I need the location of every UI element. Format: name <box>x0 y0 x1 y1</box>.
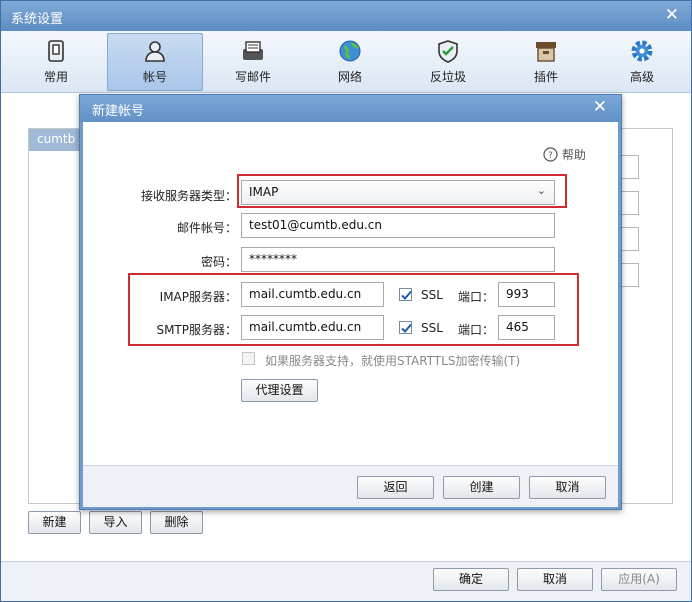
smtp-port-label: 端口： <box>458 323 495 337</box>
imap-server-input[interactable]: mail.cumtb.edu.cn <box>241 282 384 307</box>
proxy-settings-button[interactable]: 代理设置 <box>241 379 318 402</box>
password-label: 密码： <box>200 255 237 269</box>
dialog-title: 新建帐号 <box>92 104 145 119</box>
new-account-dialog: 新建帐号 ✕ ? 帮助 接收服务器类型： IMAP ⌄ 邮件帐号： test01… <box>79 94 622 510</box>
starttls-checkbox[interactable] <box>242 352 255 365</box>
background-field <box>621 155 639 179</box>
tab-antispam[interactable]: 反垃圾 <box>411 33 485 91</box>
checkmark-icon <box>401 290 412 300</box>
window-close-icon[interactable]: ✕ <box>665 5 679 25</box>
settings-window: 系统设置 ✕ 常用 帐号 写邮件 网络 反垃圾 插件 高级 cumtb 新建 导… <box>0 0 692 602</box>
new-account-button[interactable]: 新建 <box>28 511 81 534</box>
apply-button[interactable]: 应用(A) <box>601 568 677 591</box>
background-field <box>621 191 639 215</box>
dialog-footer: 返回 创建 取消 <box>83 465 618 507</box>
account-input[interactable]: test01@cumtb.edu.cn <box>241 213 555 238</box>
tab-plugins[interactable]: 插件 <box>509 33 583 91</box>
smtp-ssl-checkbox[interactable] <box>399 321 412 334</box>
tab-network[interactable]: 网络 <box>313 33 387 91</box>
general-icon <box>48 40 64 62</box>
delete-button[interactable]: 删除 <box>150 511 203 534</box>
compose-icon <box>243 41 263 60</box>
imap-ssl-label: SSL <box>421 288 443 302</box>
window-title: 系统设置 <box>11 12 64 27</box>
imap-server-label: IMAP服务器： <box>159 290 237 304</box>
create-button[interactable]: 创建 <box>443 476 520 499</box>
highlight-box <box>237 174 567 208</box>
dialog-cancel-button[interactable]: 取消 <box>529 476 606 499</box>
tab-account[interactable]: 帐号 <box>107 33 203 91</box>
dialog-body: ? 帮助 接收服务器类型： IMAP ⌄ 邮件帐号： test01@cumtb.… <box>83 122 618 507</box>
smtp-ssl-label: SSL <box>421 321 443 335</box>
account-list-item[interactable]: cumtb <box>29 129 81 151</box>
imap-port-label: 端口： <box>458 290 495 304</box>
dialog-title-bar: 新建帐号 ✕ <box>80 95 621 122</box>
antispam-shield-icon <box>438 40 458 63</box>
account-label: 邮件帐号： <box>176 221 237 235</box>
import-button[interactable]: 导入 <box>89 511 142 534</box>
checkmark-icon <box>401 323 412 333</box>
account-icon <box>145 41 165 62</box>
tab-advanced[interactable]: 高级 <box>605 33 679 91</box>
smtp-server-label: SMTP服务器： <box>156 323 237 337</box>
window-title-bar: 系统设置 ✕ <box>1 1 691 31</box>
starttls-label: 如果服务器支持，就使用STARTTLS加密传输(T) <box>265 354 521 368</box>
help-label: 帮助 <box>561 148 586 162</box>
help-icon: ? <box>543 147 558 162</box>
back-button[interactable]: 返回 <box>357 476 434 499</box>
smtp-server-input[interactable]: mail.cumtb.edu.cn <box>241 315 384 340</box>
tab-general[interactable]: 常用 <box>19 33 93 91</box>
svg-text:?: ? <box>548 151 553 161</box>
background-field <box>621 263 639 287</box>
password-input[interactable]: ******** <box>241 247 555 272</box>
help-link[interactable]: ? 帮助 <box>543 146 586 163</box>
server-type-label: 接收服务器类型： <box>140 189 237 203</box>
plugin-box-icon <box>536 42 556 62</box>
background-field <box>621 227 639 251</box>
imap-ssl-checkbox[interactable] <box>399 288 412 301</box>
advanced-gear-icon <box>631 40 653 62</box>
settings-toolbar: 常用 帐号 写邮件 网络 反垃圾 插件 高级 <box>1 31 691 93</box>
network-icon <box>339 40 361 62</box>
tab-compose[interactable]: 写邮件 <box>215 33 291 91</box>
imap-port-input[interactable]: 993 <box>498 282 555 307</box>
dialog-close-icon[interactable]: ✕ <box>593 97 607 117</box>
ok-button[interactable]: 确定 <box>433 568 509 591</box>
cancel-button[interactable]: 取消 <box>517 568 593 591</box>
smtp-port-input[interactable]: 465 <box>498 315 555 340</box>
